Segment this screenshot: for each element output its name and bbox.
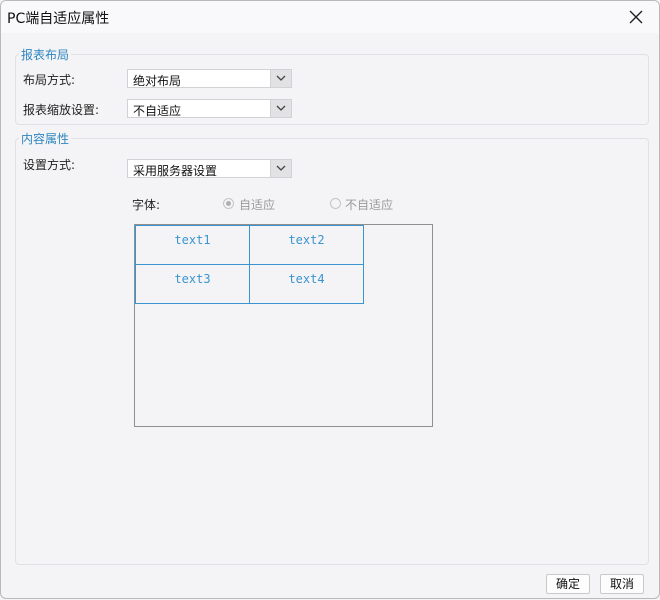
dialog-title: PC端自适应属性 — [7, 11, 110, 27]
layout-mode-select[interactable]: 绝对布局 — [127, 69, 292, 88]
scale-setting-label: 报表缩放设置: — [23, 103, 100, 117]
close-button[interactable] — [627, 8, 645, 26]
font-not-adaptive-label: 不自适应 — [345, 198, 394, 212]
preview-cell-4: text4 — [249, 264, 364, 304]
layout-mode-value: 绝对布局 — [133, 74, 182, 88]
radio-selected-dot — [226, 201, 231, 206]
report-layout-group — [15, 54, 649, 125]
layout-mode-dropdown-button[interactable] — [270, 70, 291, 87]
scale-setting-value: 不自适应 — [133, 104, 182, 118]
setting-mode-label: 设置方式: — [23, 158, 76, 172]
setting-mode-value: 采用服务器设置 — [133, 164, 218, 178]
close-icon — [629, 10, 643, 24]
font-adaptive-radio[interactable] — [223, 198, 234, 209]
adaptive-properties-dialog: PC端自适应属性 报表布局 布局方式: 绝对布局 报表缩放设置: 不自适应 内容… — [0, 0, 660, 599]
layout-mode-label: 布局方式: — [23, 73, 76, 87]
chevron-down-icon — [276, 105, 286, 111]
font-adaptive-label: 自适应 — [239, 198, 276, 212]
ok-button[interactable]: 确定 — [546, 574, 590, 594]
chevron-down-icon — [276, 75, 286, 81]
preview-area: text1 text2 text3 text4 — [134, 224, 433, 427]
preview-cell-2: text2 — [249, 225, 364, 265]
scale-setting-dropdown-button[interactable] — [270, 100, 291, 117]
chevron-down-icon — [276, 165, 286, 171]
scale-setting-select[interactable]: 不自适应 — [127, 99, 292, 118]
setting-mode-select[interactable]: 采用服务器设置 — [127, 159, 292, 178]
title-bar: PC端自适应属性 — [1, 1, 659, 33]
font-label: 字体: — [132, 198, 161, 212]
font-not-adaptive-radio[interactable] — [330, 198, 341, 209]
setting-mode-dropdown-button[interactable] — [270, 160, 291, 177]
report-layout-legend: 报表布局 — [19, 46, 72, 63]
preview-cell-3: text3 — [135, 264, 250, 304]
preview-cell-1: text1 — [135, 225, 250, 265]
cancel-button[interactable]: 取消 — [600, 574, 644, 594]
content-properties-legend: 内容属性 — [19, 130, 72, 147]
